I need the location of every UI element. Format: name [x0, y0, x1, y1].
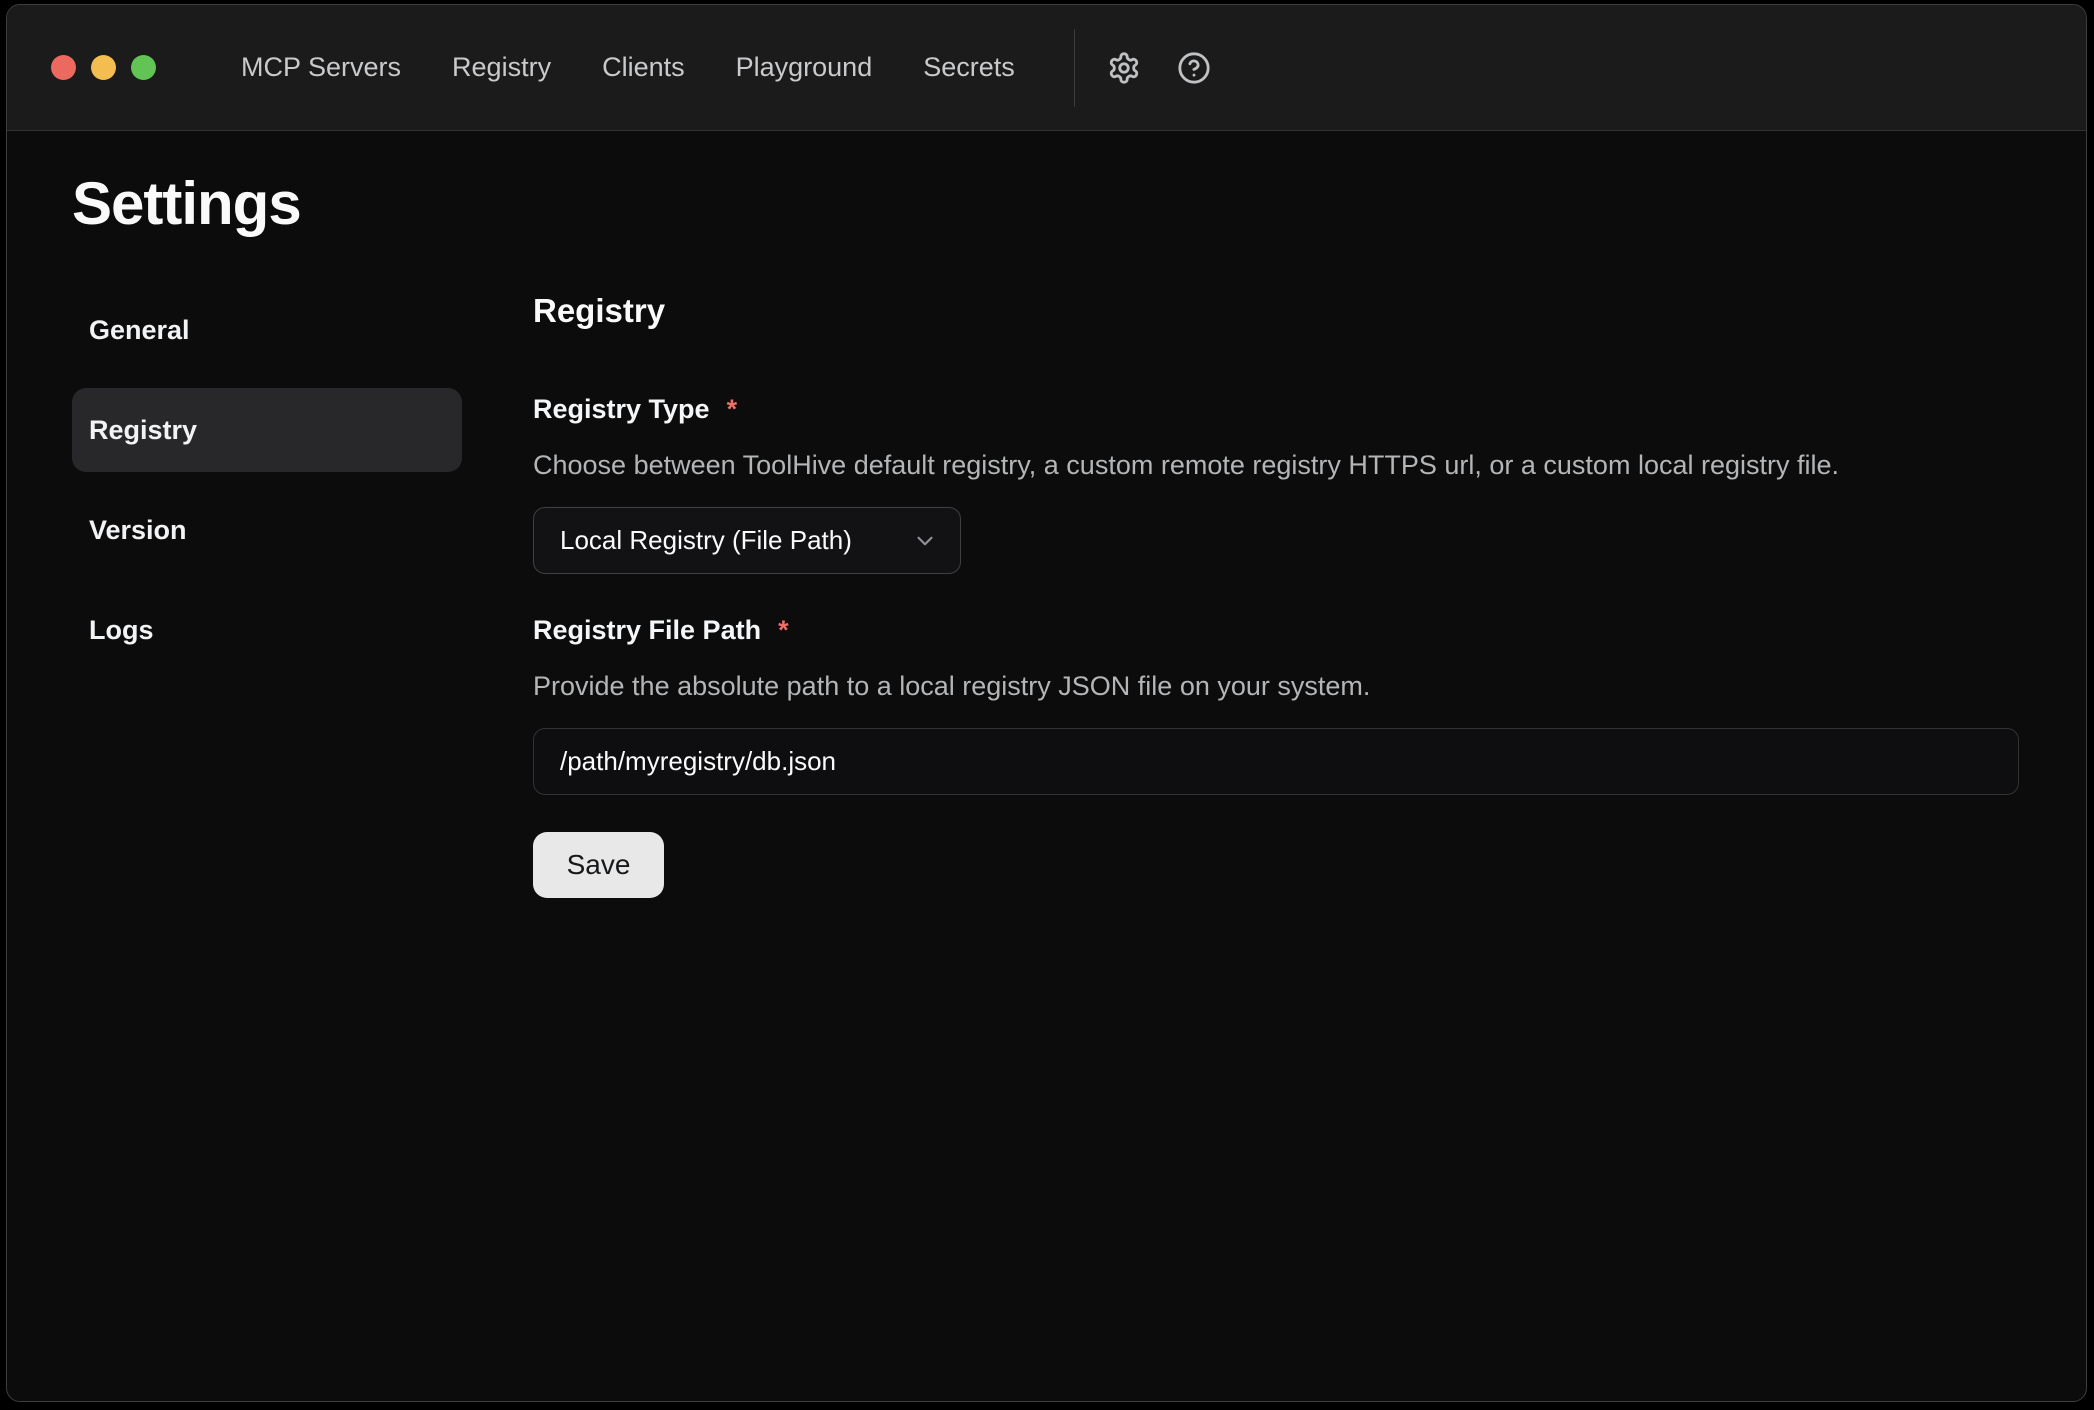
- close-button[interactable]: [51, 55, 76, 80]
- settings-sidebar: General Registry Version Logs: [72, 288, 462, 898]
- section-heading: Registry: [533, 292, 2019, 330]
- settings-gear-button[interactable]: [1106, 50, 1142, 86]
- help-icon: [1177, 51, 1211, 85]
- sidebar-item-label: Registry: [89, 415, 197, 446]
- nav-item-clients[interactable]: Clients: [602, 52, 685, 83]
- registry-file-path-description: Provide the absolute path to a local reg…: [533, 671, 2019, 702]
- registry-type-select[interactable]: Local Registry (File Path): [533, 507, 961, 574]
- minimize-button[interactable]: [91, 55, 116, 80]
- top-navigation: MCP Servers Registry Clients Playground …: [241, 52, 1015, 83]
- window-controls: [51, 55, 156, 80]
- sidebar-item-label: General: [89, 315, 190, 346]
- sidebar-item-general[interactable]: General: [72, 288, 462, 372]
- gear-icon: [1107, 51, 1141, 85]
- registry-file-path-input[interactable]: [533, 728, 2019, 795]
- sidebar-item-label: Version: [89, 515, 187, 546]
- zoom-button[interactable]: [131, 55, 156, 80]
- sidebar-item-logs[interactable]: Logs: [72, 588, 462, 672]
- nav-item-mcp-servers[interactable]: MCP Servers: [241, 52, 401, 83]
- sidebar-item-label: Logs: [89, 615, 154, 646]
- page-title: Settings: [72, 171, 2018, 237]
- nav-item-secrets[interactable]: Secrets: [923, 52, 1015, 83]
- registry-file-path-label: Registry File Path: [533, 615, 761, 646]
- settings-page: Settings General Registry Version Logs: [7, 131, 2086, 1401]
- help-button[interactable]: [1176, 50, 1212, 86]
- nav-item-registry[interactable]: Registry: [452, 52, 551, 83]
- registry-type-label: Registry Type: [533, 394, 710, 425]
- registry-settings-panel: Registry Registry Type * Choose between …: [462, 288, 2019, 898]
- sidebar-item-registry[interactable]: Registry: [72, 388, 462, 472]
- required-asterisk: *: [778, 615, 789, 646]
- chevron-down-icon: [912, 528, 938, 554]
- save-button[interactable]: Save: [533, 832, 664, 898]
- titlebar-divider: [1074, 29, 1075, 107]
- required-asterisk: *: [727, 394, 738, 425]
- nav-item-playground[interactable]: Playground: [736, 52, 873, 83]
- registry-type-selected-value: Local Registry (File Path): [560, 525, 852, 556]
- titlebar: MCP Servers Registry Clients Playground …: [7, 5, 2086, 131]
- sidebar-item-version[interactable]: Version: [72, 488, 462, 572]
- registry-type-description: Choose between ToolHive default registry…: [533, 450, 2019, 481]
- app-window: MCP Servers Registry Clients Playground …: [6, 4, 2087, 1402]
